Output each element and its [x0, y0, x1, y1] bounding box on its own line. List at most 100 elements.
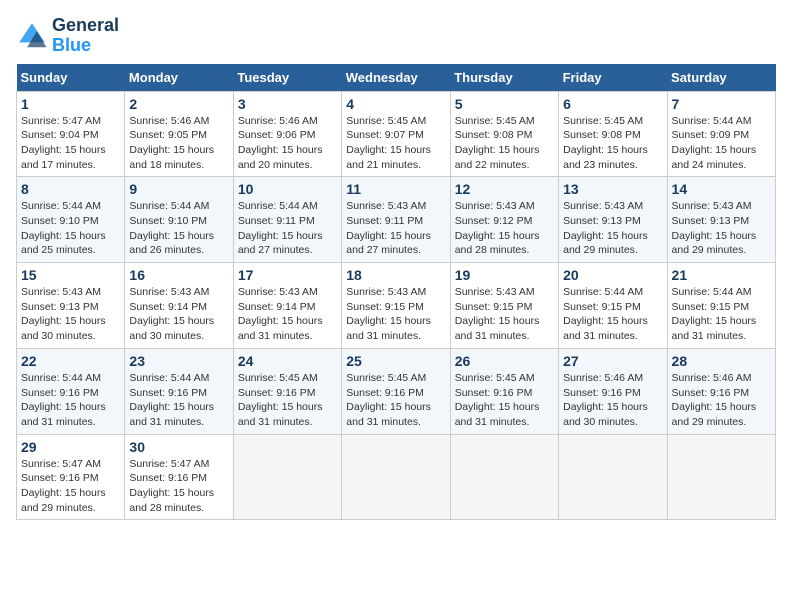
calendar-week-row: 1 Sunrise: 5:47 AM Sunset: 9:04 PM Dayli… — [17, 91, 776, 177]
day-info: Sunrise: 5:45 AM Sunset: 9:16 PM Dayligh… — [346, 371, 445, 430]
calendar-day-cell — [342, 434, 450, 520]
day-number: 18 — [346, 267, 445, 283]
day-number: 21 — [672, 267, 771, 283]
day-number: 5 — [455, 96, 554, 112]
day-info: Sunrise: 5:45 AM Sunset: 9:16 PM Dayligh… — [238, 371, 337, 430]
day-number: 23 — [129, 353, 228, 369]
calendar-day-cell: 16 Sunrise: 5:43 AM Sunset: 9:14 PM Dayl… — [125, 263, 233, 349]
day-info: Sunrise: 5:45 AM Sunset: 9:07 PM Dayligh… — [346, 114, 445, 173]
calendar-day-cell — [559, 434, 667, 520]
day-info: Sunrise: 5:43 AM Sunset: 9:13 PM Dayligh… — [563, 199, 662, 258]
calendar-day-cell: 27 Sunrise: 5:46 AM Sunset: 9:16 PM Dayl… — [559, 348, 667, 434]
day-number: 17 — [238, 267, 337, 283]
calendar-week-row: 29 Sunrise: 5:47 AM Sunset: 9:16 PM Dayl… — [17, 434, 776, 520]
day-info: Sunrise: 5:47 AM Sunset: 9:16 PM Dayligh… — [129, 457, 228, 516]
day-number: 24 — [238, 353, 337, 369]
day-number: 20 — [563, 267, 662, 283]
calendar-day-cell: 26 Sunrise: 5:45 AM Sunset: 9:16 PM Dayl… — [450, 348, 558, 434]
day-number: 4 — [346, 96, 445, 112]
day-number: 19 — [455, 267, 554, 283]
weekday-header: Sunday — [17, 64, 125, 92]
day-number: 1 — [21, 96, 120, 112]
calendar-day-cell: 29 Sunrise: 5:47 AM Sunset: 9:16 PM Dayl… — [17, 434, 125, 520]
calendar-day-cell: 2 Sunrise: 5:46 AM Sunset: 9:05 PM Dayli… — [125, 91, 233, 177]
calendar-day-cell: 15 Sunrise: 5:43 AM Sunset: 9:13 PM Dayl… — [17, 263, 125, 349]
weekday-header: Wednesday — [342, 64, 450, 92]
day-info: Sunrise: 5:47 AM Sunset: 9:16 PM Dayligh… — [21, 457, 120, 516]
day-number: 8 — [21, 181, 120, 197]
weekday-header: Tuesday — [233, 64, 341, 92]
calendar-day-cell: 9 Sunrise: 5:44 AM Sunset: 9:10 PM Dayli… — [125, 177, 233, 263]
day-number: 10 — [238, 181, 337, 197]
calendar-day-cell: 17 Sunrise: 5:43 AM Sunset: 9:14 PM Dayl… — [233, 263, 341, 349]
day-number: 14 — [672, 181, 771, 197]
calendar-day-cell: 5 Sunrise: 5:45 AM Sunset: 9:08 PM Dayli… — [450, 91, 558, 177]
calendar-day-cell: 11 Sunrise: 5:43 AM Sunset: 9:11 PM Dayl… — [342, 177, 450, 263]
calendar-header-row: SundayMondayTuesdayWednesdayThursdayFrid… — [17, 64, 776, 92]
day-number: 6 — [563, 96, 662, 112]
day-number: 16 — [129, 267, 228, 283]
day-info: Sunrise: 5:45 AM Sunset: 9:08 PM Dayligh… — [563, 114, 662, 173]
calendar-week-row: 22 Sunrise: 5:44 AM Sunset: 9:16 PM Dayl… — [17, 348, 776, 434]
calendar-day-cell: 30 Sunrise: 5:47 AM Sunset: 9:16 PM Dayl… — [125, 434, 233, 520]
day-number: 29 — [21, 439, 120, 455]
calendar-day-cell — [667, 434, 775, 520]
calendar-week-row: 8 Sunrise: 5:44 AM Sunset: 9:10 PM Dayli… — [17, 177, 776, 263]
calendar-day-cell: 7 Sunrise: 5:44 AM Sunset: 9:09 PM Dayli… — [667, 91, 775, 177]
calendar-day-cell: 24 Sunrise: 5:45 AM Sunset: 9:16 PM Dayl… — [233, 348, 341, 434]
day-info: Sunrise: 5:43 AM Sunset: 9:14 PM Dayligh… — [238, 285, 337, 344]
day-info: Sunrise: 5:43 AM Sunset: 9:14 PM Dayligh… — [129, 285, 228, 344]
calendar-day-cell: 8 Sunrise: 5:44 AM Sunset: 9:10 PM Dayli… — [17, 177, 125, 263]
day-info: Sunrise: 5:44 AM Sunset: 9:10 PM Dayligh… — [21, 199, 120, 258]
day-info: Sunrise: 5:43 AM Sunset: 9:12 PM Dayligh… — [455, 199, 554, 258]
day-number: 11 — [346, 181, 445, 197]
day-info: Sunrise: 5:43 AM Sunset: 9:15 PM Dayligh… — [455, 285, 554, 344]
calendar-day-cell: 21 Sunrise: 5:44 AM Sunset: 9:15 PM Dayl… — [667, 263, 775, 349]
day-info: Sunrise: 5:44 AM Sunset: 9:15 PM Dayligh… — [672, 285, 771, 344]
calendar-day-cell: 23 Sunrise: 5:44 AM Sunset: 9:16 PM Dayl… — [125, 348, 233, 434]
weekday-header: Monday — [125, 64, 233, 92]
day-info: Sunrise: 5:44 AM Sunset: 9:16 PM Dayligh… — [21, 371, 120, 430]
calendar-day-cell: 6 Sunrise: 5:45 AM Sunset: 9:08 PM Dayli… — [559, 91, 667, 177]
calendar-day-cell: 3 Sunrise: 5:46 AM Sunset: 9:06 PM Dayli… — [233, 91, 341, 177]
calendar-day-cell: 22 Sunrise: 5:44 AM Sunset: 9:16 PM Dayl… — [17, 348, 125, 434]
day-info: Sunrise: 5:46 AM Sunset: 9:16 PM Dayligh… — [672, 371, 771, 430]
day-info: Sunrise: 5:43 AM Sunset: 9:15 PM Dayligh… — [346, 285, 445, 344]
day-number: 28 — [672, 353, 771, 369]
calendar-day-cell: 10 Sunrise: 5:44 AM Sunset: 9:11 PM Dayl… — [233, 177, 341, 263]
day-number: 25 — [346, 353, 445, 369]
calendar-day-cell: 12 Sunrise: 5:43 AM Sunset: 9:12 PM Dayl… — [450, 177, 558, 263]
day-number: 2 — [129, 96, 228, 112]
calendar-day-cell: 13 Sunrise: 5:43 AM Sunset: 9:13 PM Dayl… — [559, 177, 667, 263]
day-number: 7 — [672, 96, 771, 112]
day-info: Sunrise: 5:44 AM Sunset: 9:15 PM Dayligh… — [563, 285, 662, 344]
logo: General Blue — [16, 16, 119, 56]
calendar-day-cell: 19 Sunrise: 5:43 AM Sunset: 9:15 PM Dayl… — [450, 263, 558, 349]
day-info: Sunrise: 5:43 AM Sunset: 9:11 PM Dayligh… — [346, 199, 445, 258]
logo-icon — [16, 20, 48, 52]
weekday-header: Saturday — [667, 64, 775, 92]
calendar-day-cell: 18 Sunrise: 5:43 AM Sunset: 9:15 PM Dayl… — [342, 263, 450, 349]
day-number: 26 — [455, 353, 554, 369]
day-number: 12 — [455, 181, 554, 197]
calendar-day-cell — [450, 434, 558, 520]
day-info: Sunrise: 5:44 AM Sunset: 9:16 PM Dayligh… — [129, 371, 228, 430]
day-info: Sunrise: 5:43 AM Sunset: 9:13 PM Dayligh… — [21, 285, 120, 344]
day-info: Sunrise: 5:46 AM Sunset: 9:05 PM Dayligh… — [129, 114, 228, 173]
day-info: Sunrise: 5:45 AM Sunset: 9:16 PM Dayligh… — [455, 371, 554, 430]
day-number: 15 — [21, 267, 120, 283]
day-info: Sunrise: 5:44 AM Sunset: 9:10 PM Dayligh… — [129, 199, 228, 258]
calendar-day-cell: 1 Sunrise: 5:47 AM Sunset: 9:04 PM Dayli… — [17, 91, 125, 177]
logo-text: General Blue — [52, 16, 119, 56]
day-info: Sunrise: 5:45 AM Sunset: 9:08 PM Dayligh… — [455, 114, 554, 173]
calendar-day-cell — [233, 434, 341, 520]
day-number: 30 — [129, 439, 228, 455]
day-number: 3 — [238, 96, 337, 112]
day-number: 9 — [129, 181, 228, 197]
day-info: Sunrise: 5:44 AM Sunset: 9:09 PM Dayligh… — [672, 114, 771, 173]
calendar-table: SundayMondayTuesdayWednesdayThursdayFrid… — [16, 64, 776, 521]
calendar-day-cell: 4 Sunrise: 5:45 AM Sunset: 9:07 PM Dayli… — [342, 91, 450, 177]
weekday-header: Friday — [559, 64, 667, 92]
weekday-header: Thursday — [450, 64, 558, 92]
calendar-day-cell: 20 Sunrise: 5:44 AM Sunset: 9:15 PM Dayl… — [559, 263, 667, 349]
